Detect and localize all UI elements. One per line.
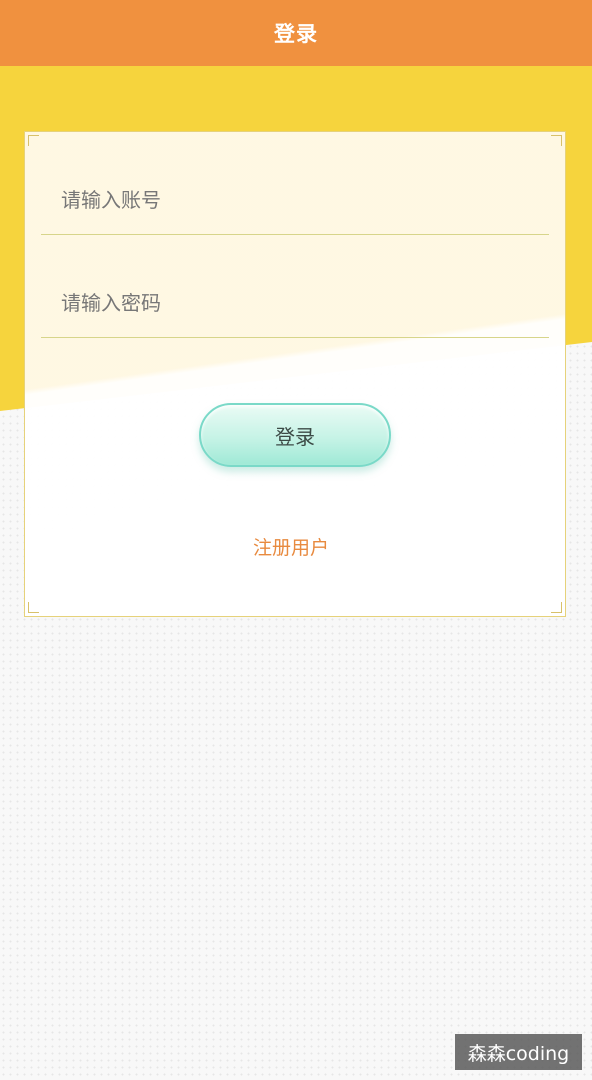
- account-field-row: [41, 155, 549, 235]
- card-corner-bottom-left: [28, 602, 39, 613]
- login-button-label: 登录: [275, 424, 315, 449]
- login-card: 登录 注册用户: [24, 131, 566, 617]
- watermark-label: 森森coding: [455, 1034, 582, 1070]
- register-user-link[interactable]: 注册用户: [25, 533, 557, 560]
- page-title: 登录: [274, 22, 318, 46]
- card-corner-top-left: [28, 135, 39, 146]
- card-corner-top-right: [551, 135, 562, 146]
- account-input[interactable]: [61, 183, 521, 217]
- login-button[interactable]: 登录: [199, 403, 391, 467]
- password-field-row: [41, 258, 549, 338]
- password-input[interactable]: [61, 286, 521, 320]
- card-corner-bottom-right: [551, 602, 562, 613]
- top-header-bar: 登录: [0, 0, 592, 66]
